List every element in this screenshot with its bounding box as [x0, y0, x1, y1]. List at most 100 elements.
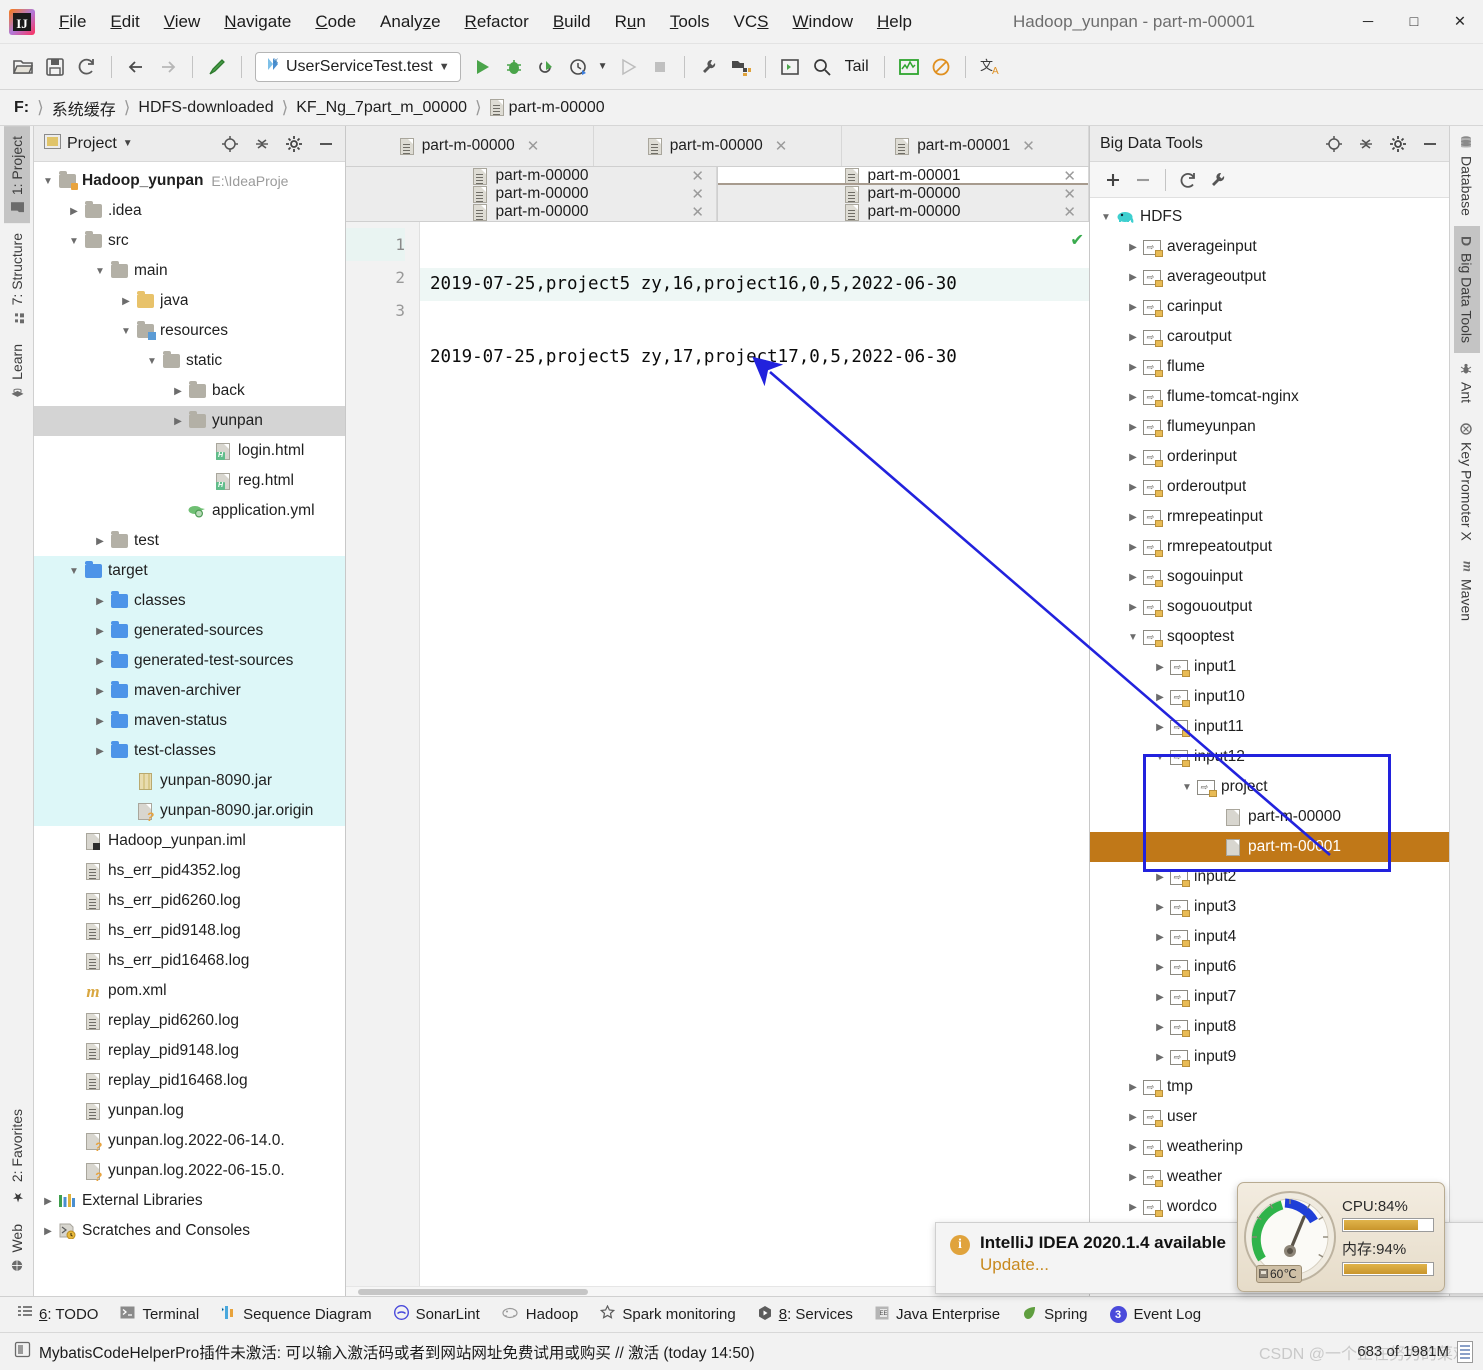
collapse-all-icon[interactable]	[1353, 131, 1379, 157]
profile-icon[interactable]	[563, 52, 593, 82]
chevron-right-icon[interactable]: ▶	[92, 596, 108, 607]
bottom-tab-hadoop[interactable]: Hadoop	[502, 1306, 578, 1323]
hdfs-tree-row[interactable]: ▶ ⇨ rmrepeatoutput	[1090, 532, 1449, 562]
project-tree-row[interactable]: ▶ test	[34, 526, 345, 556]
project-tree-row[interactable]: replay_pid16468.log	[34, 1066, 345, 1096]
editor-tab[interactable]: part-m-00000 ✕	[346, 126, 594, 166]
menu-edit[interactable]: Edit	[99, 8, 150, 36]
chevron-right-icon[interactable]: ▶	[40, 1226, 56, 1237]
project-tree-row[interactable]: hs_err_pid4352.log	[34, 856, 345, 886]
close-tab-icon[interactable]: ✕	[1063, 167, 1076, 185]
chevron-right-icon[interactable]: ▶	[1152, 992, 1168, 1003]
menu-file[interactable]: File	[48, 8, 97, 36]
chevron-right-icon[interactable]: ▶	[118, 296, 134, 307]
no-entry-icon[interactable]	[926, 52, 956, 82]
hdfs-tree-row[interactable]: ▶ ⇨ user	[1090, 1102, 1449, 1132]
project-tree-row[interactable]: replay_pid9148.log	[34, 1036, 345, 1066]
wrench-icon[interactable]	[1205, 167, 1231, 193]
maximize-button[interactable]: □	[1391, 0, 1437, 44]
hdfs-tree-row[interactable]: part-m-00000	[1090, 802, 1449, 832]
breadcrumb-item-4[interactable]: part-m-00000	[484, 99, 611, 117]
chevron-right-icon[interactable]: ▶	[66, 206, 82, 217]
profile-dropdown-icon[interactable]: ▼	[595, 52, 611, 82]
hdfs-tree-row[interactable]: ▶ ⇨ input1	[1090, 652, 1449, 682]
chevron-right-icon[interactable]: ▶	[1125, 482, 1141, 493]
hdfs-tree-row[interactable]: ▶ ⇨ input9	[1090, 1042, 1449, 1072]
bottom-tab-spark-monitoring[interactable]: Spark monitoring	[600, 1304, 736, 1324]
close-tab-icon[interactable]: ✕	[527, 137, 540, 155]
sidebar-item-ant[interactable]: Ant	[1454, 353, 1480, 413]
project-tree-row[interactable]: ▶ maven-status	[34, 706, 345, 736]
chevron-right-icon[interactable]: ▶	[1125, 602, 1141, 613]
editor-tab[interactable]: part-m-00000 ✕	[718, 203, 1089, 221]
hdfs-tree-row[interactable]: part-m-00001	[1090, 832, 1449, 862]
project-tree-row[interactable]: Hlogin.html	[34, 436, 345, 466]
editor-tab[interactable]: part-m-00001 ✕	[842, 126, 1089, 166]
project-tree-row[interactable]: application.yml	[34, 496, 345, 526]
add-icon[interactable]	[1100, 167, 1126, 193]
editor-tab[interactable]: part-m-00000 ✕	[346, 203, 717, 221]
project-structure-icon[interactable]	[726, 52, 756, 82]
hdfs-tree-row[interactable]: ▶ ⇨ input4	[1090, 922, 1449, 952]
hdfs-tree-row[interactable]: ▶ ⇨ flume	[1090, 352, 1449, 382]
project-tree-row[interactable]: ▼ main	[34, 256, 345, 286]
hdfs-tree-row[interactable]: ▶ ⇨ orderinput	[1090, 442, 1449, 472]
chevron-right-icon[interactable]: ▶	[40, 1196, 56, 1207]
hdfs-tree-row[interactable]: ▶ ⇨ orderoutput	[1090, 472, 1449, 502]
collapse-all-icon[interactable]	[249, 131, 275, 157]
close-tab-icon[interactable]: ✕	[691, 203, 704, 221]
hdfs-tree-row[interactable]: ▼ ⇨ project	[1090, 772, 1449, 802]
sidebar-item-big-data-tools[interactable]: D Big Data Tools	[1453, 225, 1480, 354]
status-message[interactable]: MybatisCodeHelperPro插件未激活: 可以输入激活码或者到网站网…	[39, 1341, 755, 1363]
chevron-right-icon[interactable]: ▶	[1125, 452, 1141, 463]
project-tree-row[interactable]: ▶ generated-sources	[34, 616, 345, 646]
bottom-tab-sequence-diagram[interactable]: Sequence Diagram	[221, 1306, 372, 1323]
sidebar-item-structure[interactable]: 7: Structure	[4, 223, 30, 333]
hdfs-tree-row[interactable]: ▼ ⇨ input12	[1090, 742, 1449, 772]
sidebar-item-web[interactable]: Web	[4, 1214, 30, 1282]
hide-panel-icon[interactable]	[313, 131, 339, 157]
menu-code[interactable]: Code	[304, 8, 367, 36]
project-tree-row[interactable]: yunpan-8090.jar	[34, 766, 345, 796]
hdfs-tree-row[interactable]: ▶ ⇨ input3	[1090, 892, 1449, 922]
project-tree-row[interactable]: ▶ External Libraries	[34, 1186, 345, 1216]
menu-run[interactable]: Run	[604, 8, 657, 36]
translate-icon[interactable]: 文A	[975, 52, 1005, 82]
save-icon[interactable]	[40, 52, 70, 82]
search-icon[interactable]	[807, 52, 837, 82]
sidebar-item-key-promoter[interactable]: Key Promoter X	[1454, 413, 1480, 551]
chevron-down-icon[interactable]: ▼	[40, 176, 56, 187]
chart-icon[interactable]	[894, 52, 924, 82]
chevron-right-icon[interactable]: ▶	[170, 386, 186, 397]
hdfs-tree-row[interactable]: ▶ ⇨ input2	[1090, 862, 1449, 892]
editor-tab[interactable]: part-m-00000 ✕	[718, 185, 1089, 203]
menu-refactor[interactable]: Refactor	[454, 8, 540, 36]
sidebar-item-learn[interactable]: Learn	[4, 334, 30, 408]
refresh-icon[interactable]	[1175, 167, 1201, 193]
menu-vcs[interactable]: VCS	[723, 8, 780, 36]
chevron-right-icon[interactable]: ▶	[1125, 1142, 1141, 1153]
close-tab-icon[interactable]: ✕	[1063, 185, 1076, 203]
chevron-right-icon[interactable]: ▶	[1125, 1172, 1141, 1183]
bottom-tab-spring[interactable]: Spring	[1022, 1306, 1088, 1324]
code-content[interactable]: 2019-07-25,project5 zy,16,project16,0,5,…	[420, 222, 1089, 1286]
bottom-tab-sonarlint[interactable]: SonarLint	[393, 1304, 480, 1324]
run-configuration-selector[interactable]: x UserServiceTest.test ▼	[255, 51, 461, 82]
run-icon[interactable]	[467, 52, 497, 82]
menu-tools[interactable]: Tools	[659, 8, 721, 36]
chevron-right-icon[interactable]: ▶	[1125, 302, 1141, 313]
hdfs-tree-row[interactable]: ▶ ⇨ tmp	[1090, 1072, 1449, 1102]
breadcrumb-item-0[interactable]: F:	[14, 99, 35, 117]
chevron-right-icon[interactable]: ▶	[1125, 392, 1141, 403]
bottom-tab-todo[interactable]: 6: TODO	[18, 1306, 98, 1323]
project-tree-row[interactable]: hs_err_pid6260.log	[34, 886, 345, 916]
hdfs-tree-row[interactable]: ▶ ⇨ flume-tomcat-nginx	[1090, 382, 1449, 412]
chevron-down-icon[interactable]: ▼	[1098, 212, 1114, 223]
inspection-ok-icon[interactable]: ✔	[1072, 228, 1083, 250]
chevron-right-icon[interactable]: ▶	[1152, 902, 1168, 913]
project-tree-row[interactable]: ▼ Hadoop_yunpan E:\IdeaProje	[34, 166, 345, 196]
code-editor[interactable]: 1 2 3 2019-07-25,project5 zy,16,project1…	[346, 222, 1089, 1286]
chevron-right-icon[interactable]: ▶	[1152, 932, 1168, 943]
project-tree-row[interactable]: ▶ maven-archiver	[34, 676, 345, 706]
cpu-memory-gauge-widget[interactable]: 60℃ CPU:84% 内存:94%	[1237, 1182, 1445, 1292]
